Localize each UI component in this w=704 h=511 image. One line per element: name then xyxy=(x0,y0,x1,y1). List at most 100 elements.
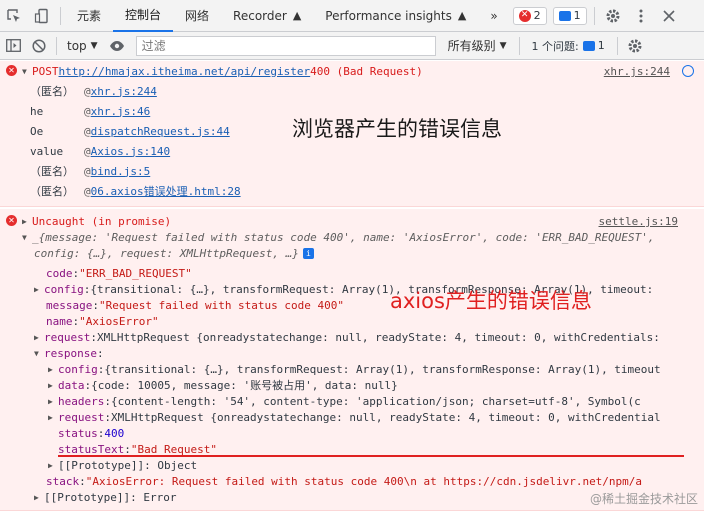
expand-triangle-icon[interactable]: ▶ xyxy=(34,285,44,294)
property-row: message: "Request failed with status cod… xyxy=(46,298,345,312)
request-status: 400 (Bad Request) xyxy=(310,64,423,78)
prop-key: request xyxy=(44,330,91,344)
prop-key: response xyxy=(44,346,97,360)
prop-key: config xyxy=(44,282,84,296)
frame-location-link[interactable]: Axios.js:140 xyxy=(91,145,170,158)
frame-location-link[interactable]: bind.js:5 xyxy=(91,165,151,178)
frame-location-link[interactable]: xhr.js:46 xyxy=(91,105,151,118)
expand-triangle-icon[interactable]: ▶ xyxy=(48,461,58,470)
property-row[interactable]: ▼ response: xyxy=(34,345,104,361)
prop-key: message xyxy=(46,298,93,312)
info-icon[interactable]: i xyxy=(302,247,314,259)
tab-recorder[interactable]: Recorder ▲ xyxy=(221,0,313,32)
more-tabs-button[interactable]: » xyxy=(478,0,509,32)
prop-key: stack xyxy=(46,474,80,488)
network-reveal-icon[interactable] xyxy=(682,65,694,77)
log-levels-dropdown[interactable]: 所有级别 ▼ xyxy=(440,37,515,54)
expand-triangle-icon[interactable]: ▶ xyxy=(48,365,58,374)
property-row[interactable]: ▶ request: XMLHttpRequest {onreadystatech… xyxy=(48,409,661,425)
highlight-underline xyxy=(58,455,684,457)
prop-key: data xyxy=(58,378,85,392)
levels-label: 所有级别 xyxy=(447,39,496,53)
dropdown-caret-icon: ▼ xyxy=(90,40,98,51)
property-row[interactable]: ▶ [[Prototype]]: Object xyxy=(48,457,197,473)
frame-location-link[interactable]: 06.axios错误处理.html:28 xyxy=(91,183,241,199)
issues-label: 1 个问题: xyxy=(531,39,579,53)
property-row[interactable]: ▶ config: {transitional: {…}, transformRe… xyxy=(48,361,661,377)
prop-value: {code: 10005, message: '账号被占用', data: nu… xyxy=(91,379,398,392)
expand-triangle-icon[interactable]: ▶ xyxy=(34,493,44,502)
tab-performance-insights[interactable]: Performance insights ▲ xyxy=(313,0,478,32)
prop-value: "Bad Request" xyxy=(130,442,217,456)
tab-console[interactable]: 控制台 xyxy=(113,0,174,32)
expand-triangle-icon[interactable]: ▶ xyxy=(48,413,58,422)
expand-triangle-icon[interactable]: ▶ xyxy=(34,333,44,342)
prop-key: statusText xyxy=(58,442,125,456)
expand-triangle-icon[interactable]: ▶ xyxy=(48,381,58,390)
object-summary[interactable]: ▼ _ {message: 'Request failed with status… xyxy=(22,229,655,245)
frame-location-link[interactable]: dispatchRequest.js:44 xyxy=(91,125,230,138)
expand-triangle-icon[interactable]: ▼ xyxy=(22,67,32,76)
settings-gear-icon[interactable] xyxy=(599,0,627,32)
live-expression-eye-icon[interactable] xyxy=(104,32,130,60)
context-selector[interactable]: top ▼ xyxy=(61,39,104,53)
source-link[interactable]: settle.js:19 xyxy=(599,215,678,228)
filter-placeholder: 过滤 xyxy=(141,39,166,53)
frame-function: Oe xyxy=(30,124,44,138)
source-link[interactable]: xhr.js:244 xyxy=(604,65,670,78)
message-count-badge[interactable]: 1 xyxy=(552,6,587,25)
sidebar-toggle-icon[interactable] xyxy=(0,32,26,60)
dropdown-caret-icon: ▼ xyxy=(499,40,507,51)
expand-triangle-icon[interactable]: ▶ xyxy=(22,217,32,226)
context-label: top xyxy=(67,38,87,53)
expand-triangle-icon[interactable]: ▼ xyxy=(22,233,32,242)
stack-frame: （匿名） @ 06.axios错误处理.html:28 xyxy=(30,183,241,199)
prop-value: "Request failed with status code 400" xyxy=(98,298,345,312)
more-tabs-icon: » xyxy=(490,8,498,23)
tab-network[interactable]: 网络 xyxy=(173,0,221,32)
more-options-icon[interactable] xyxy=(627,0,655,32)
stack-frame: （匿名） @ xhr.js:244 xyxy=(30,84,157,99)
tab-label: 控制台 xyxy=(125,8,162,22)
summary-line-2: config: {…}, request: XMLHttpRequest, …} xyxy=(34,246,299,260)
prop-value: [[Prototype]]: Object xyxy=(58,458,198,472)
frame-location-link[interactable]: xhr.js:244 xyxy=(91,85,157,98)
error-icon: ✕ xyxy=(6,65,17,76)
message-icon xyxy=(558,10,571,21)
divider xyxy=(518,36,520,55)
error-header[interactable]: ▼ POST http://hmajax.itheima.net/api/regi… xyxy=(22,63,423,79)
property-row[interactable]: ▶ headers: {content-length: '54', content… xyxy=(48,393,641,409)
divider xyxy=(593,6,595,25)
issues-button[interactable]: 1 个问题: 1 xyxy=(527,37,610,55)
request-url-link[interactable]: http://hmajax.itheima.net/api/register xyxy=(59,65,311,78)
uncaught-label: Uncaught (in promise) xyxy=(32,214,172,228)
summary-line-1: {message: 'Request failed with status co… xyxy=(38,230,655,244)
prop-key: status xyxy=(58,426,98,440)
expand-triangle-icon[interactable]: ▼ xyxy=(34,349,44,358)
stack-frame: value @ Axios.js:140 xyxy=(30,144,171,158)
expand-triangle-icon[interactable]: ▶ xyxy=(48,397,58,406)
frame-function: he xyxy=(30,104,44,118)
filter-input[interactable]: 过滤 xyxy=(135,35,436,56)
frame-function: value xyxy=(30,144,64,158)
message-count: 1 xyxy=(573,9,581,22)
browser-error-annotation: 浏览器产生的错误信息 xyxy=(292,117,502,141)
tab-elements[interactable]: 元素 xyxy=(65,0,113,32)
property-row: name: "AxiosError" xyxy=(46,314,159,328)
console-settings-gear-icon[interactable] xyxy=(622,32,648,60)
property-row[interactable]: ▶ request: XMLHttpRequest {onreadystatech… xyxy=(34,329,660,345)
axios-error-message: ✕ ▶ Uncaught (in promise) settle.js:19 ▼ _… xyxy=(0,209,704,511)
experimental-icon: ▲ xyxy=(292,9,302,22)
inspect-element-icon[interactable] xyxy=(0,0,28,32)
watermark: @稀土掘金技术社区 xyxy=(589,492,698,506)
stack-frame: （匿名） @ bind.js:5 xyxy=(30,164,151,179)
prop-key: name xyxy=(46,314,73,328)
error-header[interactable]: ▶ Uncaught (in promise) xyxy=(22,213,171,229)
property-row[interactable]: ▶ data: {code: 10005, message: '账号被占用', d… xyxy=(48,377,398,393)
clear-console-icon[interactable] xyxy=(26,32,52,60)
property-row[interactable]: ▶ [[Prototype]]: Error xyxy=(34,489,176,505)
close-devtools-icon[interactable] xyxy=(655,0,683,32)
device-toolbar-icon[interactable] xyxy=(28,0,56,32)
property-row: code: "ERR_BAD_REQUEST" xyxy=(46,266,192,280)
error-count-badge[interactable]: ✕ 2 xyxy=(512,6,547,25)
